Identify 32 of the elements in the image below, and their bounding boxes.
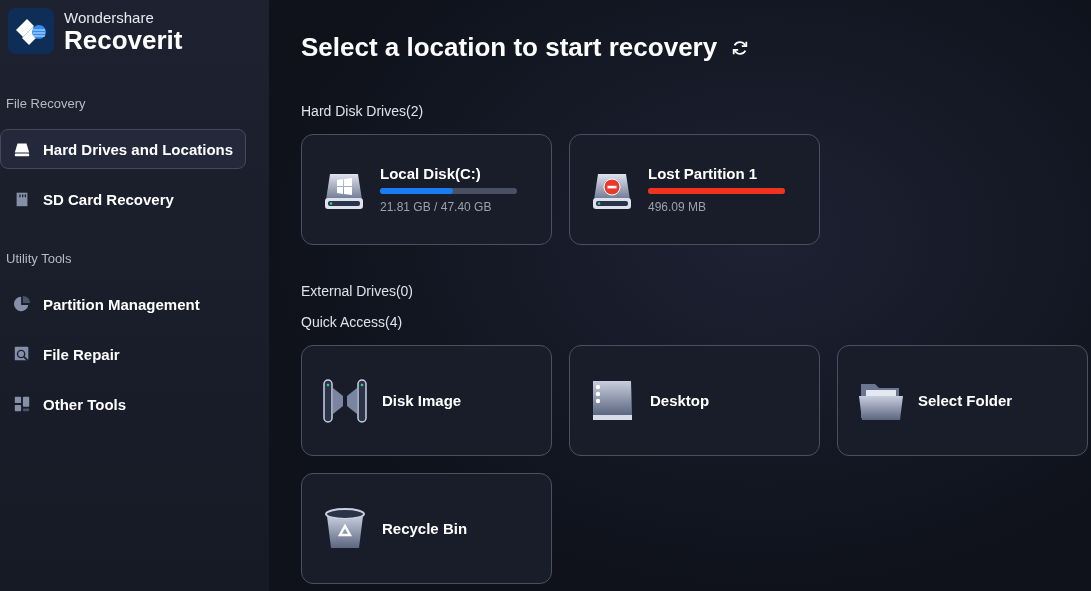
location-card[interactable]: Desktop <box>569 345 820 456</box>
drive-name: Local Disk(C:) <box>380 165 482 182</box>
sidebar-item[interactable]: File Repair <box>0 334 133 374</box>
section-heading: File Recovery <box>5 95 87 113</box>
location-name: Recycle Bin <box>382 520 468 537</box>
page-title: Select a location to start recovery <box>301 32 718 63</box>
sidebar-item[interactable]: Other Tools <box>0 384 140 424</box>
product-name: Recoverit <box>64 26 183 53</box>
section-label: Hard Disk Drives(2) <box>301 103 425 120</box>
section-label: External Drives(0) <box>301 283 415 300</box>
pie-chart-icon <box>13 295 31 313</box>
drive-size: 496.09 MB <box>648 200 708 214</box>
drive-card[interactable]: Local Disk(C:) 21.81 GB / 47.40 GB <box>301 134 552 245</box>
drive-card[interactable]: Lost Partition 1 496.09 MB <box>569 134 820 245</box>
company-name: Wondershare <box>64 9 155 25</box>
refresh-icon[interactable] <box>731 38 750 57</box>
app-logo <box>8 8 54 54</box>
location-card[interactable]: Select Folder <box>837 345 1088 456</box>
drive-size: 21.81 GB / 47.40 GB <box>380 200 493 214</box>
disk-image-icon <box>322 377 368 424</box>
location-name: Select Folder <box>918 392 1013 409</box>
location-card[interactable]: Disk Image <box>301 345 552 456</box>
section-label: Quick Access(4) <box>301 314 404 331</box>
sidebar-item[interactable]: SD Card Recovery <box>0 179 187 219</box>
section-heading: Utility Tools <box>5 250 73 268</box>
location-name: Disk Image <box>382 392 462 409</box>
drive-name: Lost Partition 1 <box>648 165 759 182</box>
location-name: Desktop <box>650 392 710 409</box>
sidebar-item[interactable]: Hard Drives and Locations <box>0 129 247 169</box>
tiles-icon <box>13 395 31 413</box>
sidebar-item[interactable]: Partition Management <box>0 284 213 324</box>
location-card[interactable]: Recycle Bin <box>301 473 552 584</box>
